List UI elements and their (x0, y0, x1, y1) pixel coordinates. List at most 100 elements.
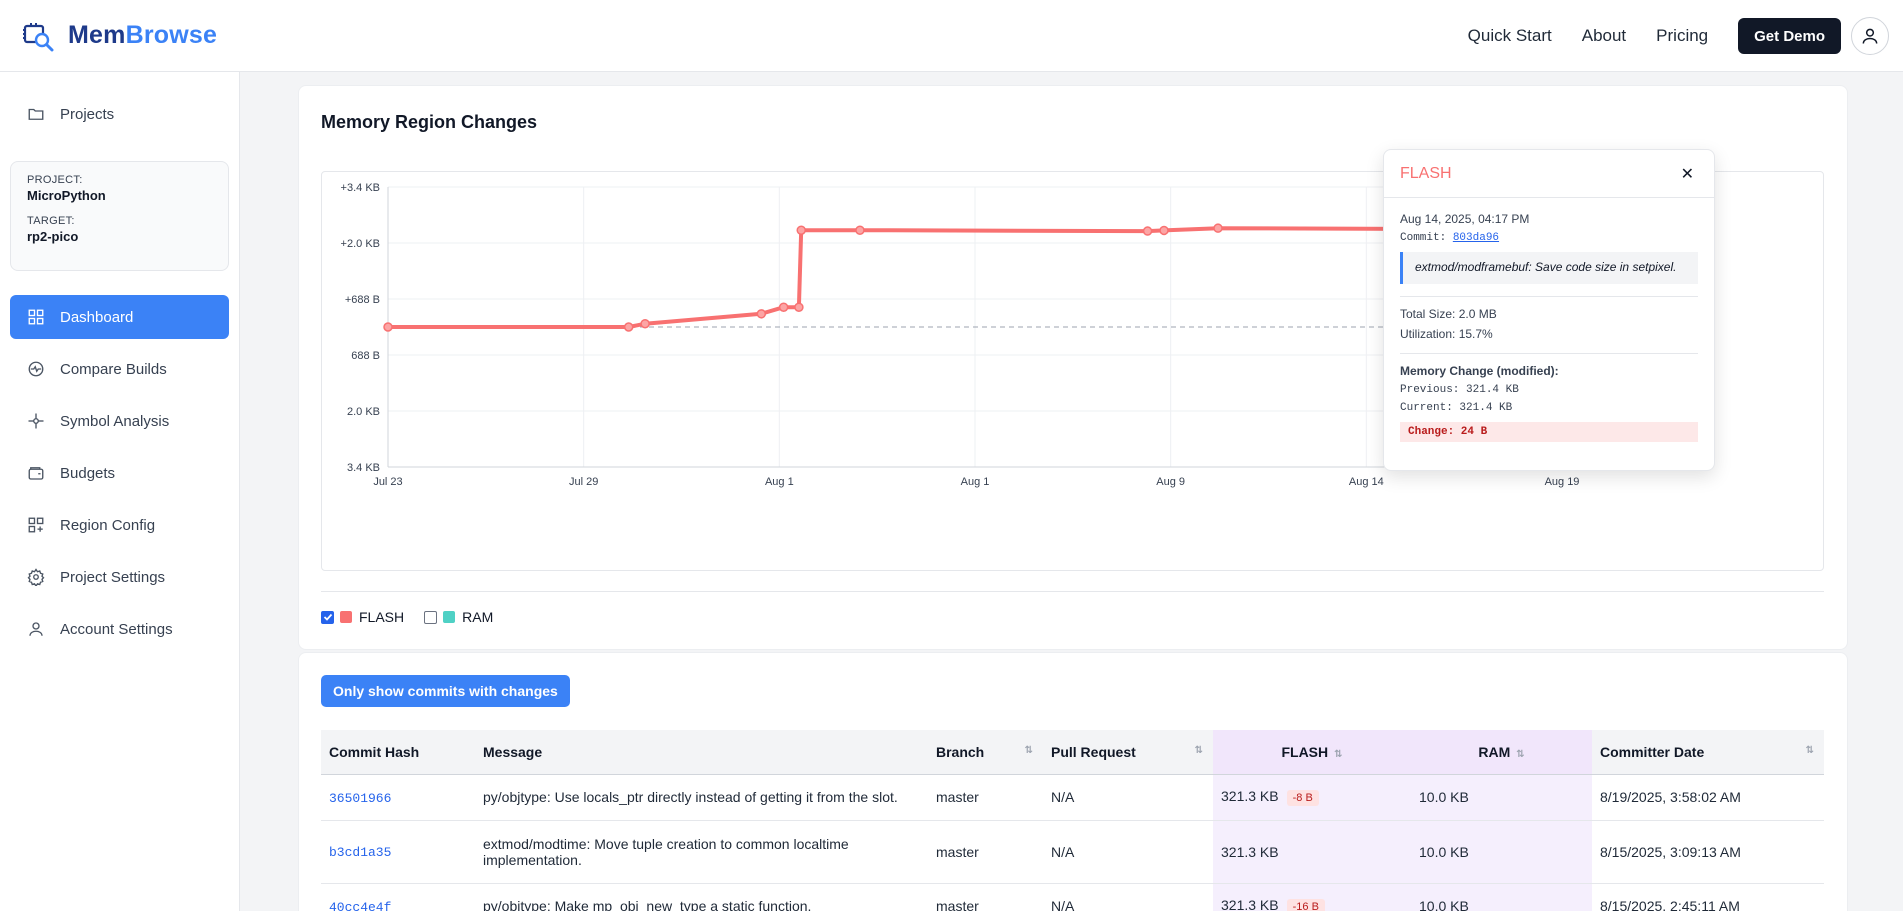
flash-data-point (383, 322, 393, 332)
compare-icon (26, 359, 46, 379)
sidebar-item-projects[interactable]: Projects (10, 92, 229, 136)
cell-branch: master (928, 883, 1043, 911)
symbol-icon (26, 411, 46, 431)
flash-data-point (1213, 223, 1223, 233)
user-icon (26, 619, 46, 639)
col-header-commit-hash[interactable]: Commit Hash (321, 730, 475, 775)
sidebar-item-account-settings[interactable]: Account Settings (10, 607, 229, 651)
sidebar-item-dashboard[interactable]: Dashboard (10, 295, 229, 339)
chart-title: Memory Region Changes (321, 112, 538, 132)
tooltip-total-size: Total Size: 2.0 MB (1400, 307, 1497, 321)
close-icon[interactable]: ✕ (1681, 164, 1694, 184)
commit-hash-link[interactable]: b3cd1a35 (329, 845, 391, 860)
y-tick-label: +2.0 KB (341, 238, 380, 250)
col-header-committer-date[interactable]: Committer Date ⇅ (1592, 730, 1824, 775)
logo-icon (23, 22, 54, 51)
sidebar-item-symbol-analysis[interactable]: Symbol Analysis (10, 399, 229, 443)
sort-icon: ⇅ (1194, 745, 1203, 756)
table-row[interactable]: 36501966 py/objtype: Use locals_ptr dire… (321, 774, 1824, 821)
col-header-ram[interactable]: RAM ⇅ (1411, 730, 1592, 775)
commits-table: Commit Hash Message Branch ⇅ Pull Request… (321, 730, 1824, 911)
table-header-row: Commit Hash Message Branch ⇅ Pull Request… (321, 730, 1824, 775)
flash-delta-badge: -16 B (1286, 899, 1325, 911)
sidebar-item-region-config[interactable]: Region Config (10, 503, 229, 547)
cell-commit-hash[interactable]: 40cc4e4f (321, 883, 475, 911)
sidebar-item-label: Compare Builds (60, 360, 167, 378)
col-header-pull-request[interactable]: Pull Request ⇅ (1043, 730, 1213, 775)
ram-legend-checkbox[interactable] (424, 610, 438, 624)
commits-table-card: Only show commits with changes Commit Ha… (298, 652, 1848, 911)
y-tick-label: 2.0 KB (347, 406, 380, 418)
project-info-card: PROJECT: MicroPython TARGET: rp2-pico (10, 161, 229, 271)
cell-flash: 321.3 KB -8 B (1213, 774, 1411, 821)
brand-name: MemBrowse (68, 21, 217, 50)
flash-data-point (778, 302, 789, 312)
col-header-message[interactable]: Message (475, 730, 928, 775)
flash-data-point (1159, 225, 1169, 236)
cell-committer-date: 8/19/2025, 3:58:02 AM (1592, 774, 1824, 821)
table-row[interactable]: 40cc4e4f py/objtype: Make mp_obj_new_typ… (321, 883, 1824, 911)
tooltip-title: FLASH (1400, 164, 1452, 182)
user-menu-button[interactable] (1851, 17, 1889, 55)
col-header-flash[interactable]: FLASH ⇅ (1213, 730, 1411, 775)
flash-data-point (796, 225, 806, 235)
sort-icon: ⇅ (1516, 748, 1525, 760)
nav-quick-start[interactable]: Quick Start (1468, 26, 1552, 46)
flash-data-point (640, 318, 650, 329)
sidebar-item-compare-builds[interactable]: Compare Builds (10, 347, 229, 391)
brand-logo[interactable]: MemBrowse (22, 20, 217, 52)
only-changes-filter-button[interactable]: Only show commits with changes (321, 675, 570, 707)
commit-hash-link[interactable]: 40cc4e4f (329, 900, 391, 911)
flash-data-point (623, 322, 634, 332)
get-demo-button[interactable]: Get Demo (1738, 18, 1841, 54)
cell-committer-date: 8/15/2025, 2:45:11 AM (1592, 883, 1824, 911)
cell-pull-request: N/A (1043, 883, 1213, 911)
tooltip-divider (1400, 353, 1698, 354)
cell-commit-hash[interactable]: 36501966 (321, 774, 475, 821)
tooltip-commit-label: Commit: (1400, 232, 1447, 244)
y-tick-label: +3.4 KB (341, 182, 380, 194)
sort-icon: ⇅ (1805, 745, 1814, 756)
tooltip-previous: Previous: 321.4 KB (1400, 384, 1519, 396)
sidebar-item-project-settings[interactable]: Project Settings (10, 555, 229, 599)
gear-icon (26, 567, 46, 587)
project-label: PROJECT: (27, 174, 83, 186)
flash-delta-badge: -8 B (1286, 790, 1319, 806)
cell-flash: 321.3 KB -16 B (1213, 883, 1411, 911)
flash-data-point (794, 302, 804, 312)
cell-branch: master (928, 820, 1043, 884)
sidebar-item-budgets[interactable]: Budgets (10, 451, 229, 495)
cell-pull-request: N/A (1043, 820, 1213, 884)
cell-pull-request: N/A (1043, 774, 1213, 821)
user-icon (1862, 28, 1878, 44)
tooltip-commit-message: extmod/modframebuf: Save code size in se… (1400, 252, 1698, 284)
top-nav: Quick Start About Pricing Get Demo (1468, 0, 1889, 72)
y-tick-label: +688 B (345, 294, 380, 306)
tooltip-divider (1400, 296, 1698, 297)
cell-commit-hash[interactable]: b3cd1a35 (321, 820, 475, 884)
top-header: MemBrowse Quick Start About Pricing Get … (0, 0, 1903, 72)
nav-about[interactable]: About (1582, 26, 1626, 46)
col-header-branch[interactable]: Branch ⇅ (928, 730, 1043, 775)
cell-message: py/objtype: Use locals_ptr directly inst… (475, 774, 928, 821)
sidebar: Projects PROJECT: MicroPython TARGET: rp… (0, 72, 240, 911)
tooltip-change-heading: Memory Change (modified): (1400, 364, 1559, 378)
sidebar-item-label: Region Config (60, 516, 156, 534)
legend-divider (321, 591, 1824, 592)
region-config-icon (26, 515, 46, 535)
x-tick-label: Aug 9 (1156, 476, 1185, 488)
commit-hash-link[interactable]: 36501966 (329, 791, 391, 806)
sidebar-item-label: Account Settings (60, 620, 173, 638)
tooltip-body: Aug 14, 2025, 04:17 PM Commit: 803da96 e… (1384, 198, 1714, 456)
cell-committer-date: 8/15/2025, 3:09:13 AM (1592, 820, 1824, 884)
sidebar-item-label: Dashboard (60, 308, 134, 326)
nav-pricing[interactable]: Pricing (1656, 26, 1708, 46)
tooltip-commit-link[interactable]: 803da96 (1453, 232, 1499, 244)
table-row[interactable]: b3cd1a35 extmod/modtime: Move tuple crea… (321, 820, 1824, 884)
y-tick-label: 688 B (351, 350, 380, 362)
tooltip-current: Current: 321.4 KB (1400, 402, 1513, 414)
tooltip-change: Change: 24 B (1400, 422, 1698, 442)
flash-legend-checkbox[interactable] (321, 610, 334, 624)
x-tick-label: Aug 1 (961, 476, 990, 488)
chart-tooltip: FLASH ✕ Aug 14, 2025, 04:17 PM Commit: 8… (1383, 149, 1715, 471)
